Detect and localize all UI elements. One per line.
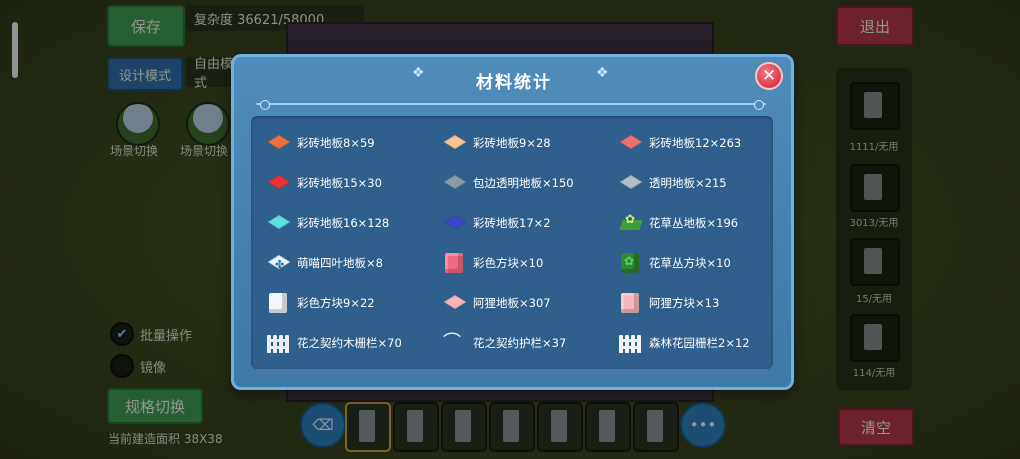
material-item-label: 阿狸地板×307 bbox=[473, 296, 551, 310]
material-item-label: 彩砖地板17×2 bbox=[473, 216, 551, 230]
material-item: 花之契约木栅栏×70 bbox=[263, 331, 402, 355]
floor-tile-icon bbox=[439, 171, 469, 195]
floor-tile-icon bbox=[615, 171, 645, 195]
floor-tile-icon bbox=[439, 131, 469, 155]
game-scene: 保存 复杂度 36621/58000 设计模式 自由模式 场景切换 场景切换 退… bbox=[0, 0, 1020, 459]
material-item-label: 彩砖地板15×30 bbox=[297, 176, 382, 190]
material-item-label: 花之契约护栏×37 bbox=[473, 336, 567, 350]
material-item: ⌒ 花之契约护栏×37 bbox=[439, 331, 566, 355]
floor-tile-icon bbox=[263, 171, 293, 195]
fence-icon bbox=[615, 331, 645, 355]
material-item-label: 彩砖地板16×128 bbox=[297, 216, 390, 230]
grass-block-icon bbox=[615, 251, 645, 275]
material-item-label: 包边透明地板×150 bbox=[473, 176, 574, 190]
title-divider bbox=[256, 103, 766, 105]
grass-floor-icon bbox=[615, 211, 645, 235]
title-banner: 材料统计 bbox=[424, 65, 604, 95]
material-item-label: 彩色方块×10 bbox=[473, 256, 544, 270]
floor-tile-icon bbox=[615, 131, 645, 155]
floor-tile-icon bbox=[439, 291, 469, 315]
material-stats-dialog: ❖ 材料统计 ❖ ✕ 彩砖地板8×59 彩砖地板9×28 彩砖地板12×263 彩砖地… bbox=[231, 54, 794, 390]
block-cube-icon bbox=[615, 291, 645, 315]
fence-icon bbox=[263, 331, 293, 355]
block-cube-icon bbox=[263, 291, 293, 315]
material-list: 彩砖地板8×59 彩砖地板9×28 彩砖地板12×263 彩砖地板15×30 包边透明地… bbox=[251, 116, 773, 369]
material-item: 包边透明地板×150 bbox=[439, 171, 574, 195]
material-item: 花草丛方块×10 bbox=[615, 251, 731, 275]
material-item: 彩砖地板15×30 bbox=[263, 171, 382, 195]
floor-tile-icon bbox=[263, 211, 293, 235]
material-item-label: 透明地板×215 bbox=[649, 176, 727, 190]
material-item-label: 森林花园栅栏2×12 bbox=[649, 336, 750, 350]
title-ornament-icon: ❖ bbox=[596, 65, 609, 81]
material-item: 彩砖地板9×28 bbox=[439, 131, 551, 155]
material-item: 彩砖地板12×263 bbox=[615, 131, 741, 155]
floor-tile-icon bbox=[263, 131, 293, 155]
material-item: 彩色方块9×22 bbox=[263, 291, 375, 315]
divider-knob-icon bbox=[754, 100, 764, 110]
material-item-label: 彩砖地板8×59 bbox=[297, 136, 375, 150]
material-item: 阿狸方块×13 bbox=[615, 291, 719, 315]
dialog-title: 材料统计 bbox=[476, 72, 552, 93]
material-item-label: 彩砖地板12×263 bbox=[649, 136, 742, 150]
material-item: 彩砖地板16×128 bbox=[263, 211, 389, 235]
floor-tile-icon bbox=[439, 211, 469, 235]
material-item: 花草丛地板×196 bbox=[615, 211, 738, 235]
material-item: 透明地板×215 bbox=[615, 171, 727, 195]
material-item-label: 花之契约木栅栏×70 bbox=[297, 336, 402, 350]
material-item: 阿狸地板×307 bbox=[439, 291, 551, 315]
close-button[interactable]: ✕ bbox=[755, 62, 783, 90]
divider-knob-icon bbox=[260, 100, 270, 110]
close-icon: ✕ bbox=[761, 66, 777, 86]
material-item-label: 彩砖地板9×28 bbox=[473, 136, 551, 150]
clover-floor-icon bbox=[263, 251, 293, 275]
material-item-label: 彩色方块9×22 bbox=[297, 296, 375, 310]
material-item: 彩色方块×10 bbox=[439, 251, 543, 275]
material-item: 彩砖地板17×2 bbox=[439, 211, 551, 235]
material-item-label: 阿狸方块×13 bbox=[649, 296, 720, 310]
material-item: 彩砖地板8×59 bbox=[263, 131, 375, 155]
material-item-label: 花草丛地板×196 bbox=[649, 216, 739, 230]
material-item: 森林花园栅栏2×12 bbox=[615, 331, 750, 355]
material-item-label: 花草丛方块×10 bbox=[649, 256, 731, 270]
material-item: 萌喵四叶地板×8 bbox=[263, 251, 383, 275]
block-cube-icon bbox=[439, 251, 469, 275]
material-item-label: 萌喵四叶地板×8 bbox=[297, 256, 383, 270]
railing-icon: ⌒ bbox=[443, 332, 461, 353]
